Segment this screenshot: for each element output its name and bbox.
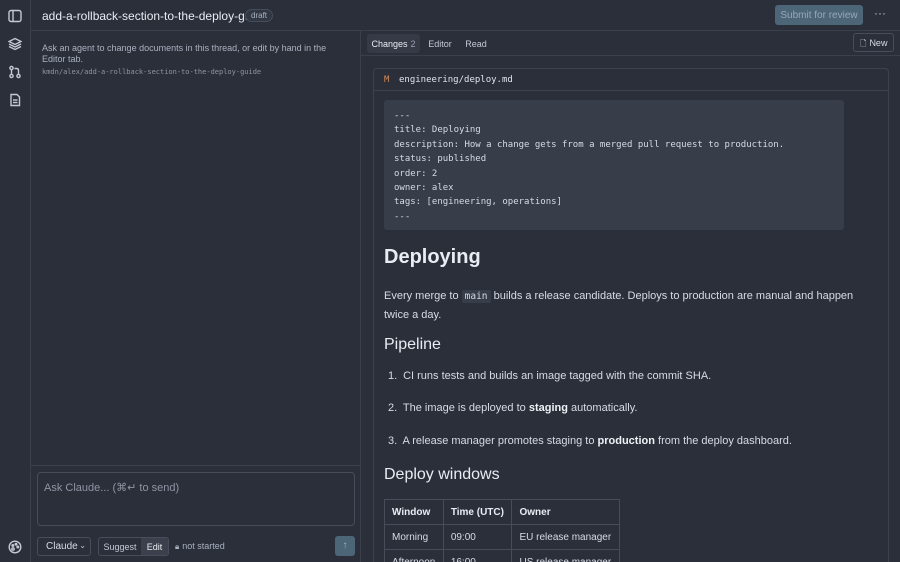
table-cell: Morning [384,524,444,550]
changes-count: 2 [410,39,416,49]
modified-flag: M [384,75,390,85]
model-select[interactable]: Claude ⌄ [37,537,91,556]
frontmatter-block: --- title: Deploying description: How a … [384,100,844,230]
agent-panel: Ask an agent to change documents in this… [31,31,361,562]
mode-toggle: Suggest Edit [98,537,169,556]
status-badge: draft [245,9,274,22]
model-select-value: Claude [46,541,78,552]
tab-changes[interactable]: Changes 2 [367,34,420,53]
tab-changes-label: Changes [371,39,408,49]
new-document-icon: 🗋 [860,39,867,48]
list-text: A release manager promotes staging to [402,435,598,447]
run-status-text: not started [182,541,225,551]
list-bold: staging [528,402,568,414]
list-item: 2. The image is deployed to staging auto… [388,402,637,414]
table-header-cell: Window [384,499,444,525]
more-options-icon[interactable]: ··· [871,6,889,24]
table-cell: 09:00 [442,524,513,550]
list-item: 1. CI runs tests and builds an image tag… [388,370,711,382]
doc-intro: Every merge to main builds a release can… [384,287,864,324]
document-panel: Changes 2 Editor Read 🗋 New M engineering/… [361,31,900,562]
list-text: The image is deployed to [402,402,529,414]
inline-code: main [461,290,491,303]
run-status: 🔒︎ not started [175,541,225,552]
list-text: from the deploy dashboard. [654,435,792,447]
list-number: 1. [388,370,398,382]
tab-read[interactable]: Read [462,34,490,53]
new-document-button[interactable]: 🗋 New [853,33,894,52]
table-row: Morning 09:00 EU release manager [384,524,620,550]
agent-hint: Ask an agent to change documents in this… [42,43,327,64]
list-bold: production [597,435,655,447]
lock-icon: 🔒︎ [175,542,180,551]
chevron-down-icon: ⌄ [79,541,86,550]
file-diff-card: M engineering/deploy.md --- title: Deplo… [373,68,889,562]
table-cell: 16:00 [442,549,513,562]
table-header-cell: Time (UTC) [442,499,513,525]
branch-path: kmdn/alex/add-a-rollback-section-to-the-… [42,68,262,76]
divider [31,465,360,466]
sidebar-toggle-icon[interactable] [8,9,22,23]
list-number: 3. [388,435,398,447]
tab-editor[interactable]: Editor [424,34,456,53]
send-button[interactable]: ↑ [335,536,355,556]
table-row: Afternoon 16:00 US release manager [384,549,620,562]
submit-for-review-button[interactable]: Submit for review [775,5,863,25]
prompt-input[interactable]: Ask Claude... (⌘↵ to send) [37,472,355,526]
pipeline-heading: Pipeline [384,336,441,353]
doc-heading: Deploying [384,246,481,268]
git-pull-request-icon[interactable] [8,65,22,79]
table-cell: US release manager [511,549,620,562]
mode-edit-button[interactable]: Edit [141,538,168,555]
palette-icon[interactable] [8,540,22,554]
list-text: automatically. [567,402,638,414]
list-text: CI runs tests and builds an image tagged… [403,370,712,382]
layers-icon[interactable] [7,37,23,51]
table-header-cell: Owner [511,499,620,525]
left-rail [0,0,31,562]
list-item: 3. A release manager promotes staging to… [388,435,792,447]
deploy-windows-heading: Deploy windows [384,466,500,483]
top-header: add-a-rollback-section-to-the-deploy-gui… [31,0,900,31]
mode-suggest-button[interactable]: Suggest [99,538,141,555]
table-cell: EU release manager [511,524,620,550]
list-number: 2. [388,402,398,414]
deploy-windows-table: Window Time (UTC) Owner Morning 09:00 EU… [384,499,620,562]
prompt-placeholder: Ask Claude... (⌘↵ to send) [44,482,180,494]
table-cell: Afternoon [384,549,444,562]
thread-title: add-a-rollback-section-to-the-deploy-gui… [42,9,268,23]
intro-text-start: Every merge to [384,290,462,302]
table-header-row: Window Time (UTC) Owner [384,499,620,525]
new-document-label: New [869,38,888,48]
document-icon[interactable] [8,93,22,107]
file-path: engineering/deploy.md [399,75,513,85]
file-header[interactable]: M engineering/deploy.md [374,69,888,91]
view-tabs: Changes 2 Editor Read 🗋 New [361,31,900,56]
